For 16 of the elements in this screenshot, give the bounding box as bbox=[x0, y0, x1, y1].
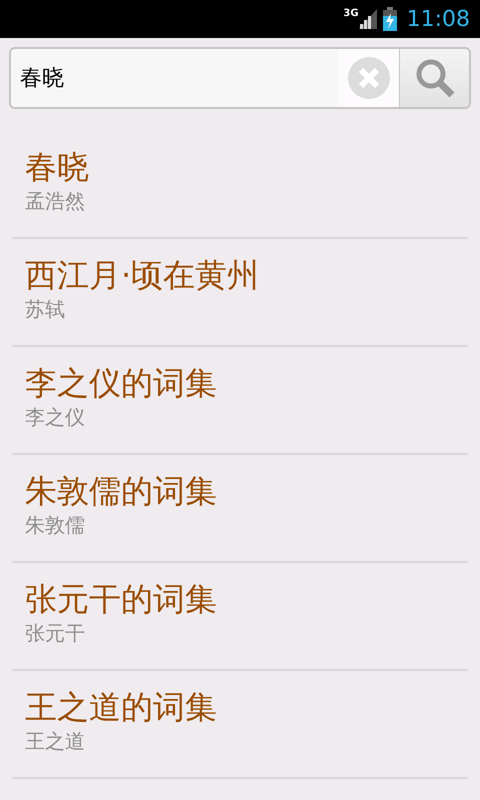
result-title[interactable]: 春晓 bbox=[25, 147, 468, 187]
network-type: 3G bbox=[343, 7, 359, 21]
result-title[interactable]: 朱敦儒的词集 bbox=[25, 471, 468, 511]
signal-icon bbox=[358, 9, 377, 29]
clock: 11:08 bbox=[406, 6, 470, 34]
result-author: 王之道 bbox=[25, 728, 86, 755]
result-author: 张元干 bbox=[25, 620, 86, 647]
result-author: 李之仪 bbox=[25, 404, 86, 431]
result-title[interactable]: 西江月·顷在黄州 bbox=[25, 255, 468, 295]
result-author: 孟浩然 bbox=[25, 188, 86, 215]
result-title[interactable]: 李之仪的词集 bbox=[25, 363, 468, 403]
result-title[interactable]: 王之道的词集 bbox=[25, 687, 468, 727]
result-author: 苏轼 bbox=[25, 296, 66, 323]
result-title[interactable]: 张元干的词集 bbox=[25, 579, 468, 619]
battery-icon bbox=[382, 7, 397, 31]
result-author: 朱敦儒 bbox=[25, 512, 86, 539]
